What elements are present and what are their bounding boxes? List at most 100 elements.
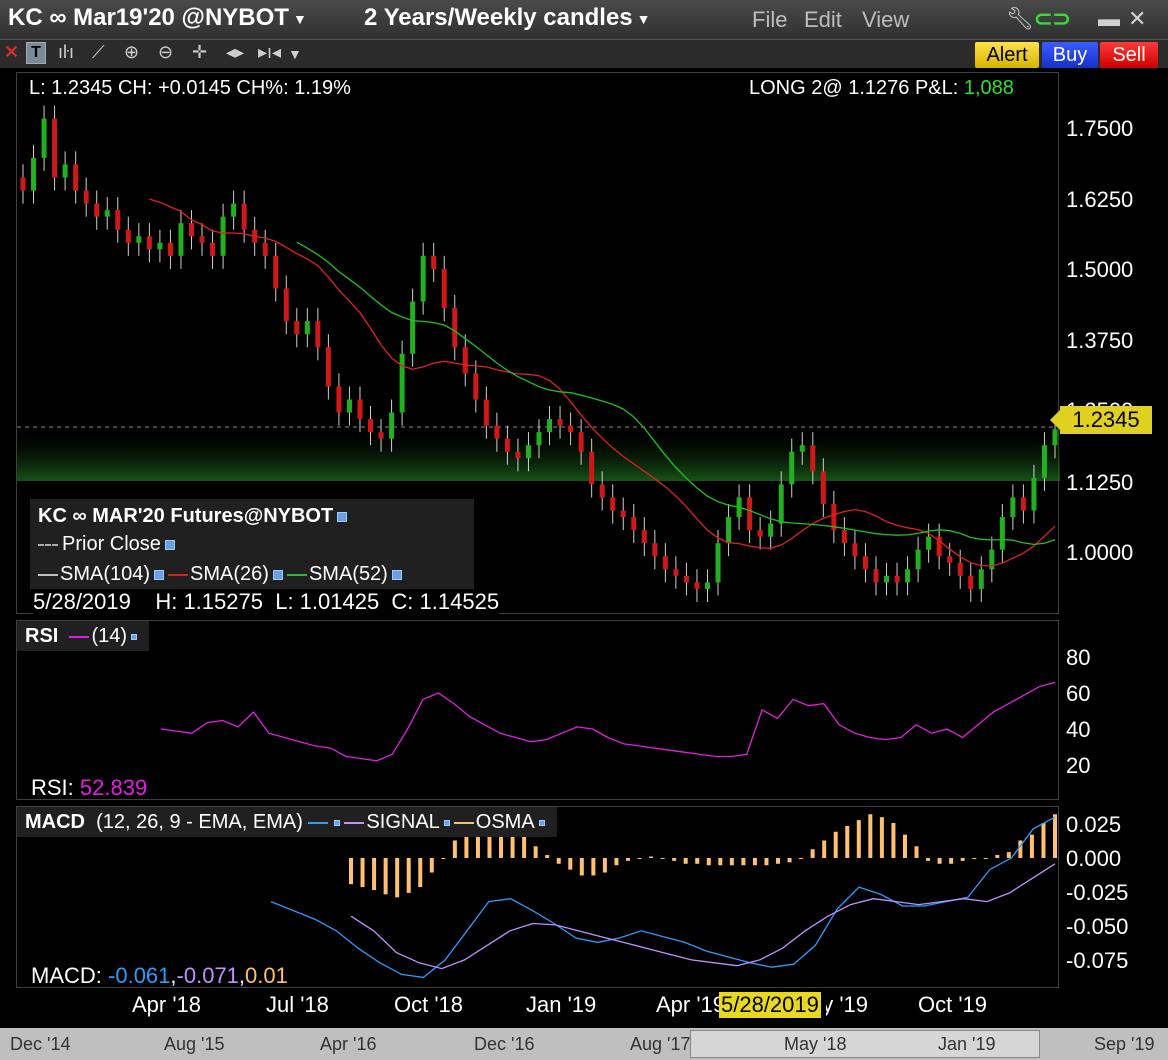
menu-view[interactable]: View	[862, 7, 909, 33]
link-icon[interactable]: ⊂⊃	[1034, 6, 1071, 32]
candle-body	[884, 575, 890, 583]
candle-body	[978, 569, 984, 589]
macd-pane[interactable]: MACD (12, 26, 9 - EMA, EMA) SIGNAL OSMA M…	[16, 806, 1059, 988]
draw-line-icon[interactable]: ⟋	[92, 42, 105, 64]
fit-icon[interactable]: ▸ı◂	[258, 42, 281, 64]
osma-bar	[983, 857, 988, 859]
buy-button[interactable]: Buy	[1042, 42, 1098, 68]
macd-tick: 0.025	[1066, 812, 1122, 837]
candle-body	[578, 432, 584, 452]
zoom-out-icon[interactable]: ⊖	[158, 42, 173, 64]
candle-body	[747, 497, 753, 531]
osma-bar	[406, 857, 411, 893]
candle-body	[483, 399, 489, 426]
candle-body	[62, 164, 68, 178]
macd-settings-icon[interactable]	[334, 819, 341, 826]
candle-body	[146, 236, 152, 250]
chart-toolbar: ✕ T ıŀı ⟋ ⊕ ⊖ ✛ ◂▸ ▸ı◂ ▼ Alert Buy Sell	[0, 40, 1168, 68]
last-price-tag: 1.2345	[1050, 406, 1152, 434]
time-tick: Oct '19	[918, 992, 988, 1017]
osma-bar	[695, 857, 700, 864]
osma-bar	[879, 817, 884, 858]
signal-line	[350, 863, 1056, 970]
osma-bar	[810, 849, 815, 858]
candle-body	[83, 190, 89, 204]
bars-icon[interactable]: ıŀı	[58, 42, 74, 64]
more-tools-icon[interactable]: ▼	[288, 46, 302, 68]
crosshair-icon[interactable]: ✛	[192, 42, 207, 64]
sma52-settings-icon[interactable]	[391, 569, 402, 580]
osma-bar	[868, 814, 873, 858]
menu-file[interactable]: File	[752, 7, 787, 33]
contract-title[interactable]: KC ∞ Mar19'20 @NYBOT ▼	[8, 4, 307, 32]
rsi-pane[interactable]: RSI (14) RSI: 52.839	[16, 620, 1059, 800]
osma-bar	[741, 857, 746, 866]
osma-bar	[625, 857, 630, 861]
rsi-tick: 20	[1066, 753, 1091, 778]
signal-settings-icon[interactable]	[443, 819, 450, 826]
pnl-label: P&L:	[914, 77, 959, 99]
osma-text: OSMA	[475, 811, 535, 833]
candle-body	[715, 543, 721, 583]
contract-dropdown-icon[interactable]: ▼	[293, 11, 307, 27]
candle-body	[231, 203, 237, 217]
time-axis[interactable]: Apr '18 Jul '18 Oct '18 Jan '19 Apr '19 …	[16, 990, 1059, 1024]
hover-low: L: 1.01425	[275, 589, 380, 614]
quote-line: L: 1.2345 CH: +0.0145 CH%: 1.19%	[29, 77, 351, 100]
rsi-label[interactable]: RSI (14)	[17, 621, 150, 651]
sma104-settings-icon[interactable]	[154, 569, 165, 580]
rsi-settings-icon[interactable]	[131, 633, 138, 640]
sma104-text[interactable]: SMA(104)	[60, 563, 150, 585]
rsi-tick: 40	[1066, 717, 1091, 742]
price-tick: 1.1250	[1066, 470, 1134, 495]
rsi-readout-value: 52.839	[79, 775, 148, 800]
osma-bar	[729, 857, 734, 866]
contract-title-text: KC ∞ Mar19'20 @NYBOT	[8, 4, 289, 31]
menu-edit[interactable]: Edit	[804, 7, 842, 33]
candle-body	[336, 386, 342, 413]
sell-button[interactable]: Sell	[1100, 42, 1158, 68]
minimize-icon[interactable]: ▬	[1098, 6, 1120, 32]
prior-close-settings-icon[interactable]	[164, 539, 175, 550]
rsi-period: (14)	[91, 625, 128, 647]
hover-high: H: 1.15275	[155, 589, 263, 614]
dash-line-icon	[38, 543, 58, 546]
rsi-chart[interactable]	[17, 621, 1060, 801]
osma-bar	[579, 857, 584, 876]
study-legend[interactable]: KC ∞ MAR'20 Futures@NYBOT Prior Close SM…	[30, 499, 474, 589]
osma-settings-icon[interactable]	[538, 819, 545, 826]
zoom-in-icon[interactable]: ⊕	[124, 42, 139, 64]
legend-settings-icon[interactable]	[337, 511, 348, 522]
price-pane[interactable]: L: 1.2345 CH: +0.0145 CH%: 1.19% LONG 2@…	[16, 72, 1060, 615]
ch-value: +0.0145	[158, 77, 231, 99]
candle-body	[1052, 429, 1058, 446]
text-tool-icon[interactable]: T	[26, 42, 46, 64]
time-tick: Apr '19	[656, 992, 720, 1017]
wrench-icon[interactable]: 🔧︎	[1006, 6, 1034, 32]
sma26-settings-icon[interactable]	[272, 569, 283, 580]
macd-label[interactable]: MACD (12, 26, 9 - EMA, EMA) SIGNAL OSMA	[17, 807, 557, 837]
osma-bar	[441, 857, 446, 859]
macd-readout: MACD: -0.061,-0.071,0.01	[31, 963, 288, 988]
macd-params: (12, 26, 9 - EMA, EMA)	[96, 811, 303, 833]
legend-title[interactable]: KC ∞ MAR'20 Futures@NYBOT	[38, 505, 351, 528]
sma26-text[interactable]: SMA(26)	[190, 563, 269, 585]
osma-bar	[1006, 852, 1011, 858]
timeframe-selector[interactable]: 2 Years/Weekly candles ▼	[364, 4, 651, 32]
alert-button[interactable]: Alert	[975, 42, 1039, 68]
osma-bar	[591, 857, 596, 876]
remove-icon[interactable]: ✕	[4, 42, 19, 64]
scroll-icon[interactable]: ◂▸	[226, 42, 244, 64]
navigator-bar[interactable]: Dec '14 Aug '15 Apr '16 Dec '16 Aug '17 …	[0, 1028, 1168, 1060]
close-icon[interactable]: ✕	[1128, 6, 1146, 32]
candle-body	[683, 575, 689, 583]
osma-bar	[545, 855, 550, 858]
candle-body	[757, 530, 763, 537]
candle-body	[167, 242, 173, 256]
timeframe-dropdown-icon[interactable]: ▼	[637, 11, 651, 27]
candle-body	[589, 451, 595, 485]
osma-bar	[752, 857, 757, 866]
legend-prior-close[interactable]: Prior Close	[38, 533, 179, 556]
prior-close-text: Prior Close	[62, 533, 161, 555]
sma52-text[interactable]: SMA(52)	[309, 563, 388, 585]
